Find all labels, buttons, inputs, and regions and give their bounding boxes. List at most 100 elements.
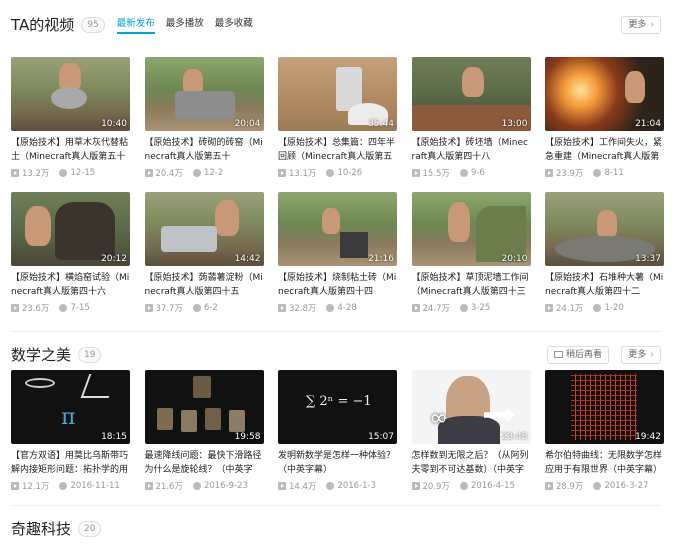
video-card[interactable]: ∑ 2ⁿ = −1 15:07 发明新数学是怎样一种体验？（中英字幕） 14.4… [278,370,397,492]
video-card[interactable]: π 18:15 【官方双语】用莫比乌斯带巧解内接矩形问题：拓扑学的用 12.1万… [11,370,130,492]
section-title: TA的视频 [11,16,75,34]
view-count: 21.6万 [155,482,183,492]
section-count-badge: 19 [78,346,102,363]
formula-text: ∑ 2ⁿ = −1 [306,394,372,409]
danmaku-icon [326,304,335,312]
video-title[interactable]: 【原始技术】用草木灰代替粘土（Minecraft真人版第五十 [11,136,130,164]
video-thumbnail[interactable]: 19:42 [545,370,664,444]
video-title[interactable]: 【原始技术】烧制粘土砖（Minecraft真人版第四十四 [278,271,397,299]
tab-latest[interactable]: 最新发布 [116,15,155,34]
danmaku-icon [459,169,468,177]
video-thumbnail[interactable]: 13:37 [545,192,664,266]
danmaku-icon [326,482,335,490]
view-count: 23.9万 [556,169,584,179]
video-card[interactable]: 19:58 最速降线问题：最快下滑路径为什么是旋轮线？（中英字 21.6万 201… [144,370,264,492]
section-title[interactable]: 数学之美 [11,344,71,365]
danmaku-icon [59,482,68,490]
video-meta: 14.4万 2016-1-3 [278,480,397,492]
video-title[interactable]: 【原始技术】横焰窑试验（Minecraft真人版第四十六 [11,271,130,299]
video-meta: 23.9万 8-11 [545,167,664,179]
duration-label: 15:07 [368,432,394,442]
video-thumbnail[interactable]: ∑ 2ⁿ = −1 15:07 [278,370,397,444]
duration-label: 20:04 [234,119,261,129]
video-card[interactable]: 20:04 【原始技术】砖砌的砖窑（Minecraft真人版第五十 20.4万 1… [144,57,264,179]
video-title[interactable]: 【原始技术】草顶泥墙工作间（Minecraft真人版第四十三 [412,271,531,299]
tab-most-played[interactable]: 最多播放 [166,15,204,34]
upload-date: 2016-3-27 [604,481,649,491]
duration-label: 19:58 [234,432,261,442]
play-count-icon [278,169,286,177]
video-thumbnail[interactable]: 10:40 [11,57,130,131]
view-count: 23.6万 [22,304,50,314]
video-card[interactable]: 13:37 【原始技术】石堆种大薯（Minecraft真人版第四十二 24.1万… [545,192,664,314]
section-header-tech: 奇趣科技 20 [11,518,102,539]
video-grid-uploads: 10:40 【原始技术】用草木灰代替粘土（Minecraft真人版第五十 13.… [11,57,664,314]
video-title[interactable]: 发明新数学是怎样一种体验？（中英字幕） [278,449,397,477]
video-thumbnail[interactable]: 35:44 [278,57,397,131]
upload-date: 3-25 [470,303,491,313]
video-meta: 21.6万 2016-9-23 [144,480,264,492]
video-title[interactable]: 【官方双语】用莫比乌斯带巧解内接矩形问题：拓扑学的用 [11,449,130,477]
video-title[interactable]: 最速降线问题：最快下滑路径为什么是旋轮线？（中英字 [145,449,264,477]
video-meta: 24.7万 3-25 [411,302,531,314]
video-thumbnail[interactable]: 20:10 [411,192,531,266]
video-title[interactable]: 【原始技术】工作间失火，紧急重建（Minecraft真人版第 [545,136,664,164]
danmaku-icon [593,304,602,312]
upload-date: 12-15 [70,168,96,178]
section-divider [11,331,662,332]
video-thumbnail[interactable]: 20:12 [11,192,130,266]
video-card[interactable]: ∞ 23:45 怎样数到无限之后？（从阿列夫零到不可达基数）（中英字 20.9万… [411,370,531,492]
view-count: 13.2万 [22,169,50,179]
video-title[interactable]: 【原始技术】蒟蒻薯淀粉（Minecraft真人版第四十五 [145,271,264,299]
video-card[interactable]: 21:16 【原始技术】烧制粘土砖（Minecraft真人版第四十四 32.8万… [278,192,397,314]
video-title[interactable]: 希尔伯特曲线：无限数学怎样应用于有限世界（中英字幕） [545,449,664,477]
play-count-icon [278,304,286,312]
video-meta: 37.7万 6-2 [144,302,264,314]
video-thumbnail[interactable]: ∞ 23:45 [411,370,531,444]
video-thumbnail[interactable]: 13:00 [411,57,531,131]
video-thumbnail[interactable]: 20:04 [144,57,264,131]
video-card[interactable]: 10:40 【原始技术】用草木灰代替粘土（Minecraft真人版第五十 13.… [11,57,130,179]
upload-date: 2016-1-3 [337,481,377,491]
view-count: 13.1万 [289,169,317,179]
video-thumbnail[interactable]: 21:04 [545,57,664,131]
play-count-icon [411,482,420,490]
more-button[interactable]: 更多 › [621,346,661,364]
section-header-uploads: TA的视频 95 最新发布 最多播放 最多收藏 [11,14,264,35]
danmaku-icon [192,169,201,177]
view-count: 28.9万 [556,482,584,492]
tab-most-favorited[interactable]: 最多收藏 [215,15,253,34]
danmaku-icon [459,482,468,490]
video-grid-math: π 18:15 【官方双语】用莫比乌斯带巧解内接矩形问题：拓扑学的用 12.1万… [11,370,664,492]
upload-date: 9-6 [470,168,485,178]
video-title[interactable]: 【原始技术】砖坯墙（Minecraft真人版第四十八 [412,136,531,164]
duration-label: 20:10 [501,254,528,264]
play-count-icon [545,169,553,177]
section-header-math: 数学之美 19 [11,344,102,365]
video-title[interactable]: 怎样数到无限之后？（从阿列夫零到不可达基数）（中英字 [412,449,531,477]
video-thumbnail[interactable]: π 18:15 [11,370,130,444]
video-card[interactable]: 35:44 【原始技术】总集篇：四年半回顾（Minecraft真人版第五 13.… [278,57,397,179]
play-count-icon [545,304,553,312]
video-title[interactable]: 【原始技术】总集篇：四年半回顾（Minecraft真人版第五 [278,136,397,164]
view-count: 24.7万 [422,304,450,314]
danmaku-icon [593,169,602,177]
watch-later-button[interactable]: 稍后再看 [546,346,609,364]
sort-tabs: 最新发布 最多播放 最多收藏 [116,15,264,34]
video-thumbnail[interactable]: 21:16 [278,192,397,266]
upload-date: 7-15 [70,303,90,313]
video-title[interactable]: 【原始技术】石堆种大薯（Minecraft真人版第四十二 [545,271,664,299]
video-card[interactable]: 14:42 【原始技术】蒟蒻薯淀粉（Minecraft真人版第四十五 37.7万… [144,192,264,314]
video-card[interactable]: 20:10 【原始技术】草顶泥墙工作间（Minecraft真人版第四十三 24.… [411,192,531,314]
upload-date: 2016-9-23 [203,481,248,491]
video-card[interactable]: 21:04 【原始技术】工作间失火，紧急重建（Minecraft真人版第 23.… [545,57,664,179]
video-card[interactable]: 13:00 【原始技术】砖坯墙（Minecraft真人版第四十八 15.5万 9-… [411,57,531,179]
more-button[interactable]: 更多 › [621,16,661,34]
video-thumbnail[interactable]: 19:58 [144,370,264,444]
video-card[interactable]: 20:12 【原始技术】横焰窑试验（Minecraft真人版第四十六 23.6万… [11,192,130,314]
video-thumbnail[interactable]: 14:42 [144,192,264,266]
video-title[interactable]: 【原始技术】砖砌的砖窑（Minecraft真人版第五十 [145,136,264,164]
video-card[interactable]: 19:42 希尔伯特曲线：无限数学怎样应用于有限世界（中英字幕） 28.9万 20… [545,370,664,492]
section-title[interactable]: 奇趣科技 [11,518,71,539]
play-count-icon [144,169,153,177]
